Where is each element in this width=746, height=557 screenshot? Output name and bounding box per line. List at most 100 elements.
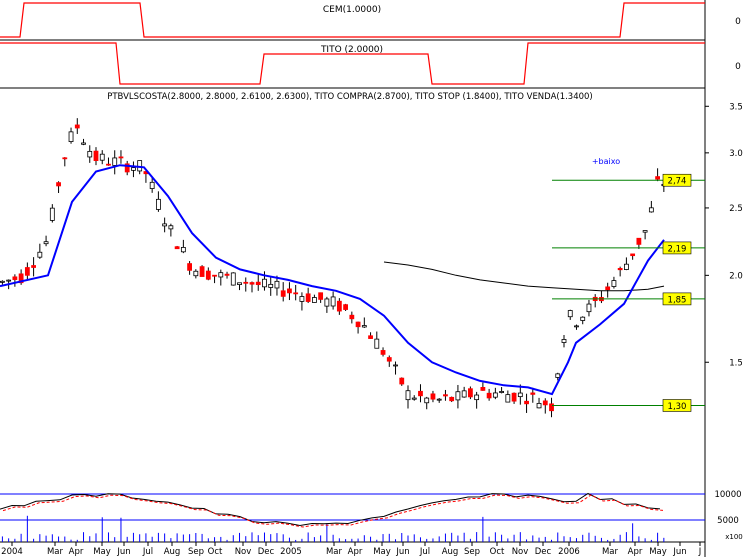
candle-up <box>499 391 505 393</box>
x-tick-label: Sep <box>464 547 480 557</box>
level-label: 2,19 <box>668 244 687 254</box>
candle-down <box>655 176 660 180</box>
x-tick-label: Oct <box>208 547 223 557</box>
fast-moving-average-line <box>0 164 665 396</box>
x-tick-label: 2006 <box>558 547 580 557</box>
candle-down <box>386 357 392 362</box>
candle-down <box>605 286 611 291</box>
candle-down <box>187 263 193 271</box>
x-tick-label: May <box>373 547 391 557</box>
stock-chart: CEM(1.0000) 0 TITO (2.0000) 0 PTBVLSCOST… <box>0 0 746 557</box>
x-tick-label: Jul <box>142 547 153 557</box>
x-tick-label: Apr <box>628 547 643 557</box>
candle-up <box>6 279 12 282</box>
x-tick-label: Apr <box>69 547 84 557</box>
candle-down <box>617 268 623 271</box>
candle-up <box>424 397 430 404</box>
candle-down <box>31 265 37 268</box>
y-tick-label: 3.5 <box>729 102 743 112</box>
volume-oscillator-line <box>0 492 661 527</box>
candle-up <box>561 339 567 343</box>
candle-up <box>37 251 43 258</box>
candle-up <box>49 207 55 221</box>
price-y-axis: 3.5 3.0 2.5 2.0 1.5 <box>705 102 743 368</box>
level-label: 1,30 <box>668 402 687 412</box>
candle-down <box>511 392 517 402</box>
y-tick-label: 1.5 <box>729 358 743 368</box>
x-tick-label: Mar <box>47 547 64 557</box>
candle-down <box>486 392 492 399</box>
candle-up <box>555 373 561 378</box>
candle-up <box>0 280 5 283</box>
candle-up <box>492 392 498 398</box>
candle-up <box>436 398 442 401</box>
x-tick-label: J <box>698 547 702 557</box>
candle-up <box>461 390 467 398</box>
candle-up <box>574 325 579 328</box>
candle-down <box>355 321 361 328</box>
candle-up <box>137 160 143 172</box>
candle-down <box>118 156 124 159</box>
x-axis: 2004 Mar Apr May Jun Jul Aug Sep Oct Nov Dec 2005 Ma… <box>1 542 701 557</box>
x-tick-label: May <box>93 547 111 557</box>
y-tick-label: 2.5 <box>729 204 743 214</box>
x-tick-label: Nov <box>512 547 529 557</box>
volume-panel: 10000 5000 <box>0 490 742 542</box>
candle-down <box>93 150 99 161</box>
x-tick-label: Aug <box>164 547 181 557</box>
tito-tick: 0 <box>735 62 741 72</box>
candle-down <box>380 350 386 355</box>
candle-up <box>474 394 480 401</box>
candle-down <box>12 276 18 280</box>
y-tick-label: 2.0 <box>729 271 743 281</box>
x-tick-label: Jun <box>116 547 130 557</box>
volume-multiplier: x100 <box>725 533 743 541</box>
price-header: PTBVLSCOSTA(2.8000, 2.8000, 2.6100, 2.63… <box>107 92 593 102</box>
candle-up <box>361 325 367 328</box>
candle-up <box>180 247 186 253</box>
x-tick-label: Sep <box>188 547 204 557</box>
candle-up <box>162 223 168 227</box>
x-tick-label: 2004 <box>1 547 23 557</box>
candle-down <box>443 394 448 397</box>
candle-up <box>567 310 573 318</box>
candle-down <box>293 292 299 295</box>
candle-down <box>449 396 455 402</box>
candle-up <box>611 280 617 287</box>
candle-down <box>212 274 217 277</box>
chart-canvas: CEM(1.0000) 0 TITO (2.0000) 0 PTBVLSCOST… <box>0 0 743 557</box>
candle-up <box>405 390 411 401</box>
candle-up <box>230 272 236 286</box>
candle-up <box>374 338 380 349</box>
candle-down <box>530 392 536 395</box>
candle-up <box>218 272 224 278</box>
candle-down <box>343 304 349 310</box>
candle-down <box>224 273 230 276</box>
x-tick-label: Dec <box>258 547 275 557</box>
candle-up <box>299 296 305 302</box>
candles <box>0 118 667 418</box>
candle-down <box>399 377 405 385</box>
candle-up <box>586 303 592 313</box>
candle-down <box>549 403 554 412</box>
candle-down <box>636 237 642 245</box>
volume-tick-label: 10000 <box>714 490 741 500</box>
candle-down <box>62 157 68 160</box>
candle-up <box>43 241 49 245</box>
x-tick-label: Aug <box>442 547 459 557</box>
candle-up <box>149 181 155 189</box>
x-tick-label: Jul <box>419 547 430 557</box>
candle-up <box>274 280 280 289</box>
x-tick-label: Jun <box>395 547 409 557</box>
candle-up <box>87 150 93 158</box>
candle-down <box>542 400 548 406</box>
candle-down <box>199 266 205 277</box>
candle-up <box>455 391 461 401</box>
candle-up <box>311 297 317 303</box>
x-tick-label: Jun <box>672 547 686 557</box>
x-tick-label: Mar <box>602 547 619 557</box>
x-tick-label: May <box>649 547 667 557</box>
candle-down <box>74 124 80 129</box>
candle-down <box>349 314 355 320</box>
x-tick-label: 2005 <box>280 547 302 557</box>
